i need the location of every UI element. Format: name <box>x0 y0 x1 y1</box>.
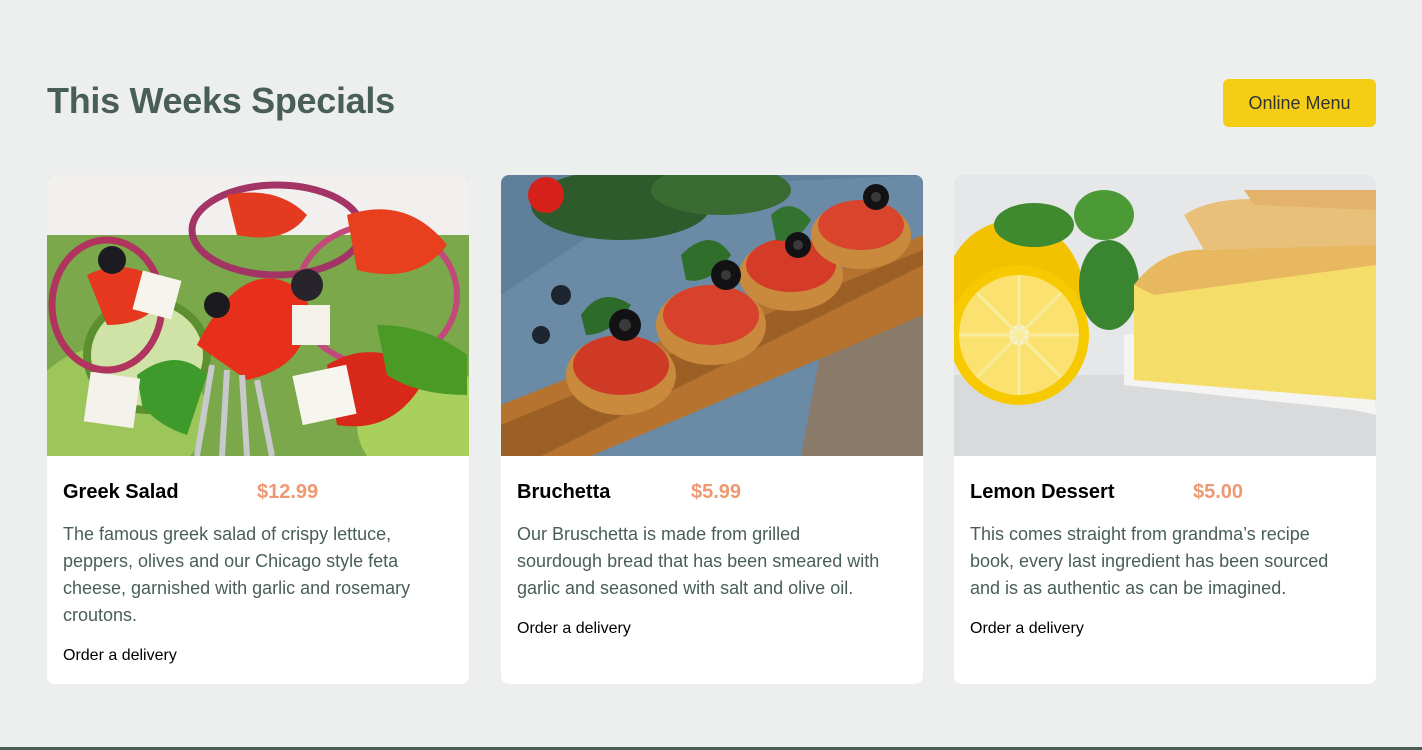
order-delivery-link[interactable]: Order a delivery <box>517 620 631 638</box>
specials-section: This Weeks Specials Online Menu Greek Sa… <box>47 0 1376 748</box>
card-title: Greek Salad <box>63 481 179 503</box>
card-title: Bruchetta <box>517 481 611 503</box>
specials-cards: Greek Salad $12.99 The famous greek sala… <box>47 175 1376 684</box>
card-lemon-dessert: Lemon Dessert $5.00 This comes straight … <box>954 175 1376 684</box>
page-title: This Weeks Specials <box>47 80 395 121</box>
bruschetta-photo <box>501 175 923 456</box>
card-greek-salad: Greek Salad $12.99 The famous greek sala… <box>47 175 469 684</box>
card-description: Our Bruschetta is made from grilled sour… <box>517 524 880 598</box>
online-menu-button[interactable]: Online Menu <box>1223 79 1376 127</box>
card-title: Lemon Dessert <box>970 481 1115 503</box>
card-bruchetta: Bruchetta $5.99 Our Bruschetta is made f… <box>501 175 923 684</box>
card-price: $5.00 <box>1193 481 1244 503</box>
card-description: This comes straight from grandma’s recip… <box>970 524 1329 598</box>
order-delivery-link[interactable]: Order a delivery <box>970 620 1084 638</box>
lemon-dessert-photo <box>954 175 1376 456</box>
card-description: The famous greek salad of crispy lettuce… <box>63 524 411 625</box>
card-price: $5.99 <box>691 481 742 503</box>
greek-salad-photo <box>47 175 469 456</box>
card-price: $12.99 <box>257 481 319 503</box>
order-delivery-link[interactable]: Order a delivery <box>63 647 177 665</box>
